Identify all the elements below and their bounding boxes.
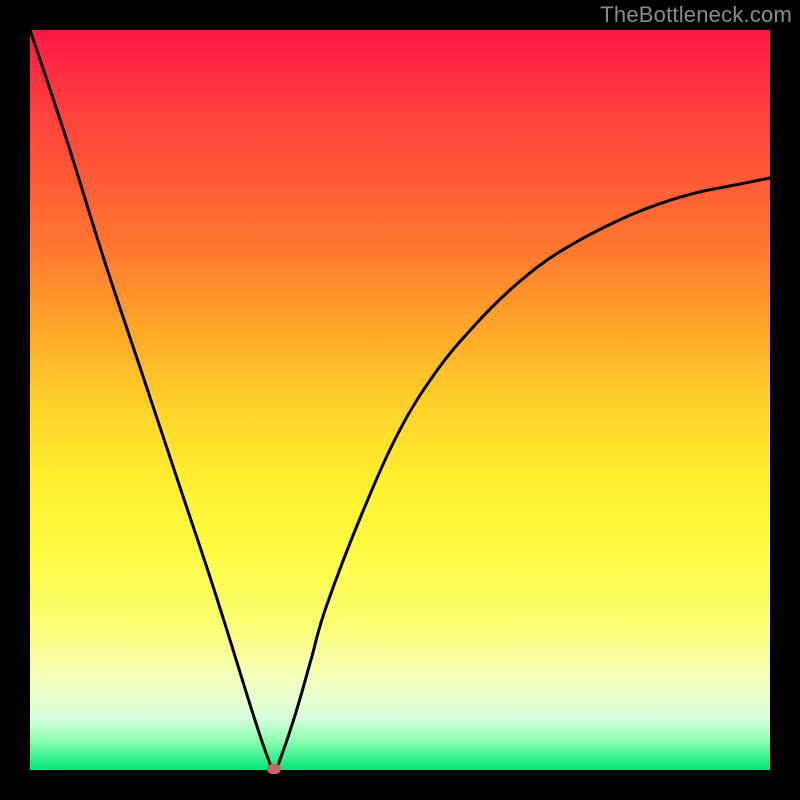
bottleneck-curve xyxy=(30,30,770,770)
optimal-marker xyxy=(267,764,281,774)
chart-container: TheBottleneck.com xyxy=(0,0,800,800)
watermark-text: TheBottleneck.com xyxy=(600,2,792,28)
curve-svg xyxy=(30,30,770,770)
plot-area xyxy=(30,30,770,770)
